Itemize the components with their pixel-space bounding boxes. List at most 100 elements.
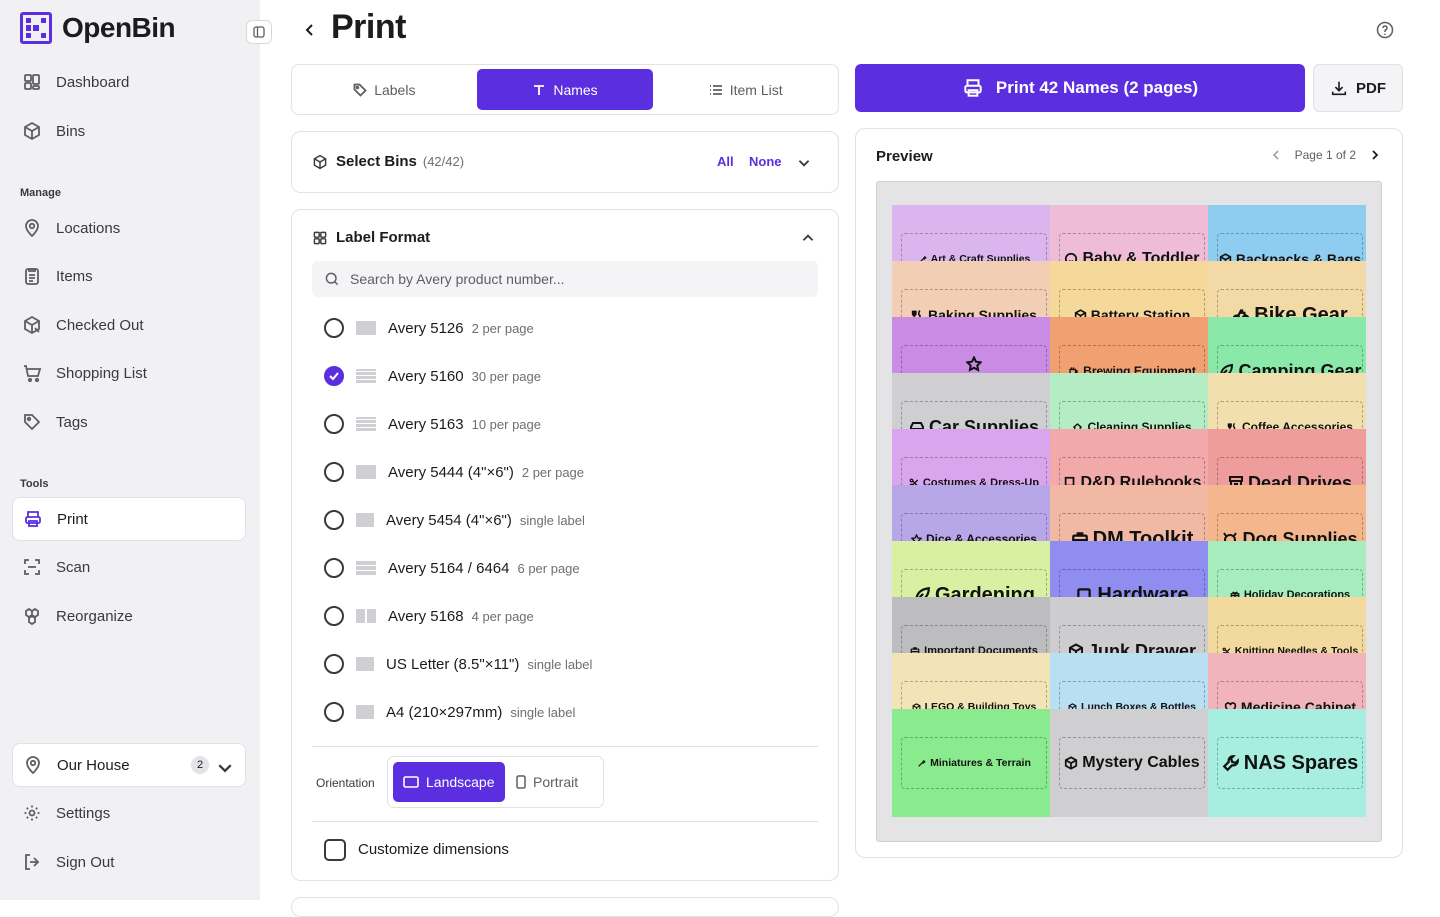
portrait-button[interactable]: Portrait [506, 762, 588, 802]
package-icon [313, 154, 327, 170]
page-title: Print [331, 8, 406, 46]
landscape-button[interactable]: Landscape [393, 762, 505, 802]
format-option[interactable]: Avery 5160 30 per page [324, 361, 541, 391]
back-button[interactable] [300, 18, 320, 42]
format-option[interactable]: Avery 5164 / 6464 6 per page [324, 553, 580, 583]
orientation-toggle: Landscape Portrait [387, 756, 604, 808]
sidebar-item-reorganize[interactable]: Reorganize [12, 594, 246, 638]
pdf-button-label: PDF [1356, 79, 1386, 97]
sidebar-item-locations[interactable]: Locations [12, 206, 246, 250]
label-column: Baby & Toddler Battery Station Brewing Equ… [1050, 205, 1208, 817]
radio-button[interactable] [324, 414, 344, 434]
wrench-icon [1222, 755, 1239, 772]
print-button[interactable]: Print 42 Names (2 pages) [855, 64, 1305, 112]
sidebar-item-scan[interactable]: Scan [12, 545, 246, 589]
format-option[interactable]: Avery 5444 (4"×6") 2 per page [324, 457, 584, 487]
preview-card: Preview Page 1 of 2 Art & Craft Supplies… [855, 128, 1403, 858]
radio-button[interactable] [324, 510, 344, 530]
avery-search-input[interactable]: Search by Avery product number... [312, 261, 818, 297]
format-sub: 6 per page [517, 560, 580, 576]
manage-heading: Manage [20, 187, 61, 199]
select-bins-title: Select Bins (42/42) [336, 153, 464, 170]
format-option[interactable]: US Letter (8.5"×11") single label [324, 649, 592, 679]
radio-button[interactable] [324, 318, 344, 338]
map-pin-icon [25, 219, 39, 238]
map-pin-icon [26, 756, 40, 775]
preview-label: NAS Spares [1217, 737, 1363, 789]
format-thumbnail [356, 561, 376, 575]
sidebar-item-items[interactable]: Items [12, 254, 246, 298]
next-card [291, 897, 839, 917]
chevron-left-icon[interactable] [1271, 149, 1281, 161]
sidebar-item-label: Dashboard [56, 73, 130, 91]
sidebar-item-checked-out[interactable]: Checked Out [12, 303, 246, 347]
label-column: Art & Craft SuppliesBaking SuppliesBoard… [892, 205, 1050, 817]
chevron-down-icon [218, 764, 232, 773]
sidebar-item-shopping-list[interactable]: Shopping List [12, 351, 246, 395]
dashboard-icon [24, 74, 40, 90]
label-page: Art & Craft SuppliesBaking SuppliesBoard… [892, 205, 1366, 817]
radio-button[interactable] [324, 462, 344, 482]
print-mode-tabs: Labels Names Item List [291, 64, 839, 115]
chevron-right-icon[interactable] [1370, 149, 1380, 161]
gear-icon [24, 805, 40, 821]
format-option[interactable]: A4 (210×297mm) single label [324, 697, 575, 727]
location-switcher[interactable]: Our House 2 [12, 743, 246, 787]
preview-sheet: Art & Craft SuppliesBaking SuppliesBoard… [876, 181, 1382, 842]
select-none-link[interactable]: None [749, 154, 782, 169]
format-name: Avery 5163 [388, 415, 464, 433]
download-icon [1331, 81, 1347, 96]
format-sub: 2 per page [471, 320, 534, 336]
pdf-button[interactable]: PDF [1313, 64, 1403, 112]
sidebar-item-label: Checked Out [56, 316, 144, 334]
sidebar-item-sign-out[interactable]: Sign Out [12, 840, 246, 884]
format-name: A4 (210×297mm) [386, 703, 503, 721]
select-bins-count: (42/42) [422, 154, 465, 169]
select-bins-label: Select Bins [336, 153, 417, 170]
sidebar-item-bins[interactable]: Bins [12, 109, 246, 153]
preview-label-text: NAS Spares [1243, 751, 1359, 774]
sidebar-item-settings[interactable]: Settings [12, 791, 246, 835]
format-name: Avery 5454 (4"×6") [386, 511, 512, 529]
list-icon [709, 84, 722, 95]
app-logo[interactable]: OpenBin [20, 12, 176, 44]
location-name: Our House [57, 756, 130, 774]
page-indicator: Page 1 of 2 [1294, 148, 1356, 162]
help-icon[interactable] [1375, 20, 1395, 40]
customize-dimensions-checkbox[interactable] [324, 839, 346, 861]
search-icon [325, 272, 339, 286]
sidebar-item-print[interactable]: Print [12, 497, 246, 541]
select-all-link[interactable]: All [717, 154, 734, 169]
printer-icon [964, 79, 982, 97]
sidebar-item-label: Items [56, 267, 93, 285]
format-option[interactable]: Avery 5454 (4"×6") single label [324, 505, 585, 535]
format-option[interactable]: Avery 5163 10 per page [324, 409, 541, 439]
radio-button-checked[interactable] [324, 366, 344, 386]
tab-names[interactable]: Names [476, 69, 654, 110]
qr-logo-icon [20, 12, 52, 44]
sidebar-item-dashboard[interactable]: Dashboard [12, 60, 246, 104]
landscape-icon [403, 776, 419, 788]
radio-button[interactable] [324, 606, 344, 626]
chevron-up-icon[interactable] [800, 230, 816, 246]
sidebar-item-label: Settings [56, 804, 111, 822]
format-option[interactable]: Avery 5168 4 per page [324, 601, 534, 631]
tab-labels[interactable]: Labels [296, 69, 473, 110]
format-sub: single label [510, 704, 576, 720]
tab-item-list[interactable]: Item List [657, 69, 834, 110]
format-name: Avery 5444 (4"×6") [388, 463, 514, 481]
grid-icon [313, 231, 327, 245]
preview-label: Mystery Cables [1059, 737, 1205, 789]
radio-button[interactable] [324, 654, 344, 674]
radio-button[interactable] [324, 702, 344, 722]
chevron-down-icon[interactable] [796, 155, 812, 171]
sidebar-item-tags[interactable]: Tags [12, 400, 246, 444]
star-icon [966, 355, 982, 372]
select-bins-card[interactable]: Select Bins (42/42) All None [291, 131, 839, 193]
search-placeholder: Search by Avery product number... [350, 271, 565, 287]
pager: Page 1 of 2 [1271, 148, 1380, 162]
sidebar-item-label: Locations [56, 219, 121, 237]
preview-label-text: Mystery Cables [1082, 754, 1200, 771]
radio-button[interactable] [324, 558, 344, 578]
format-option[interactable]: Avery 5126 2 per page [324, 313, 534, 343]
